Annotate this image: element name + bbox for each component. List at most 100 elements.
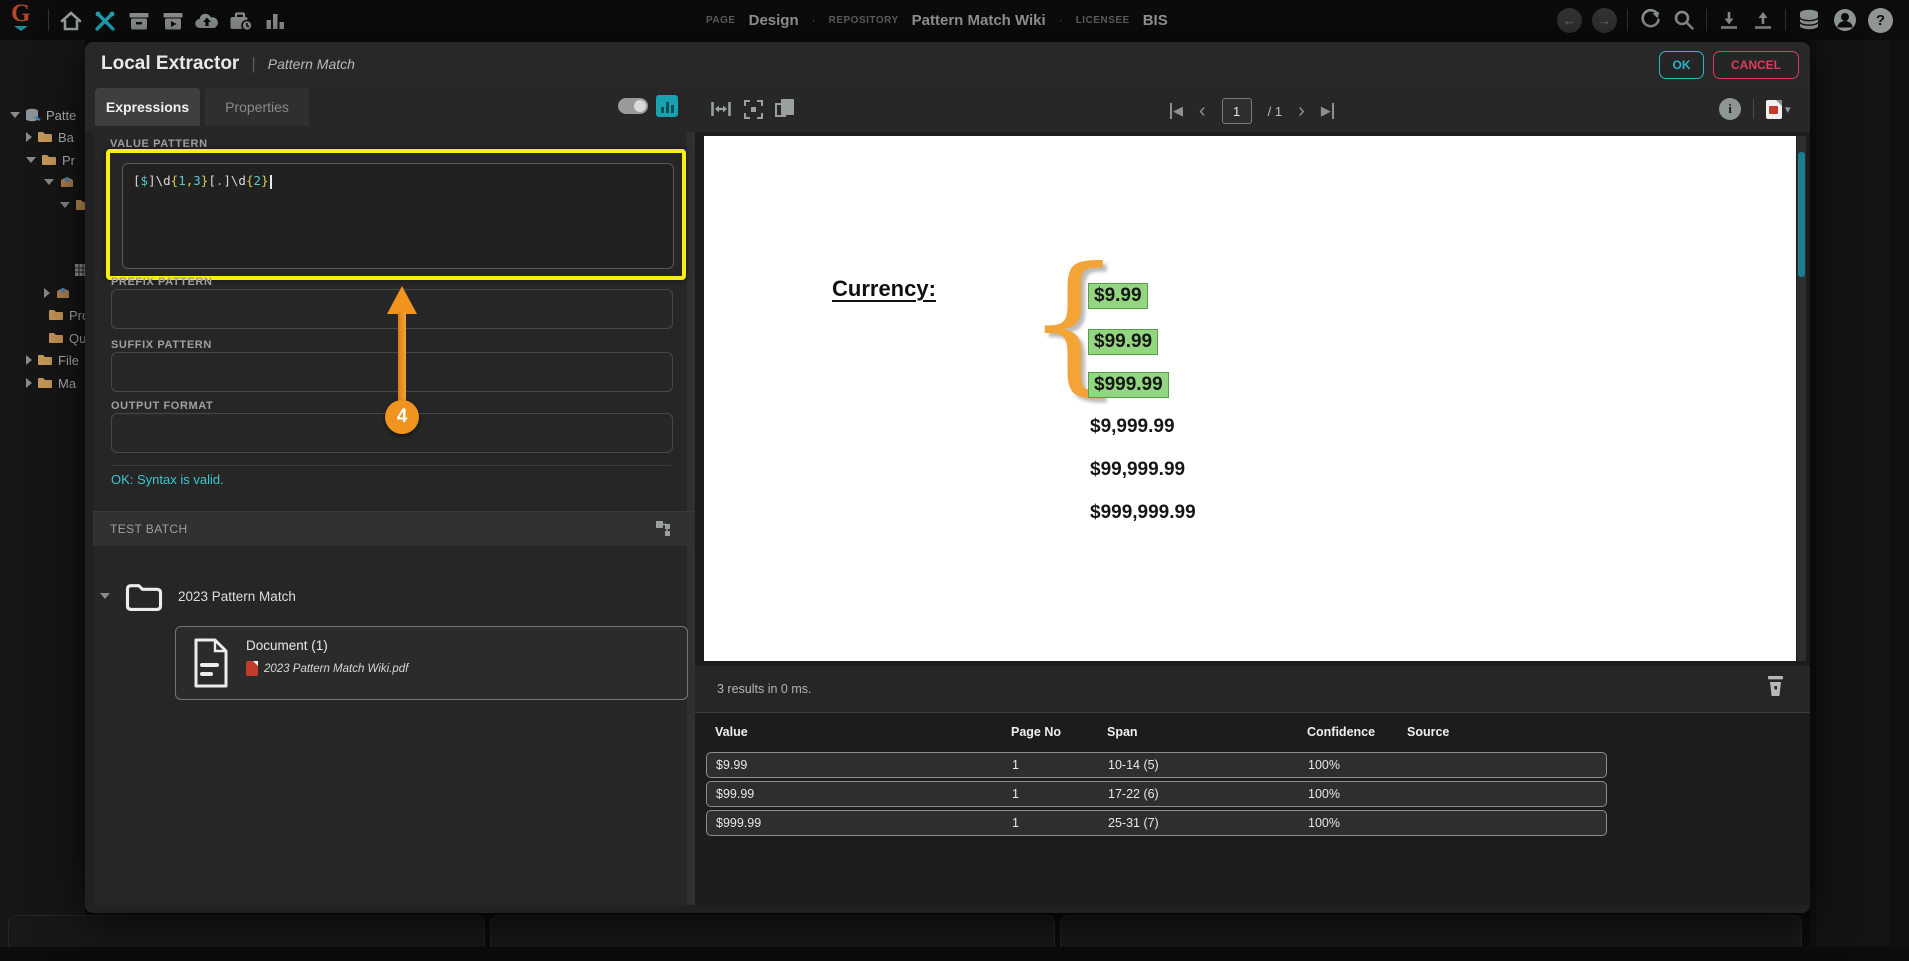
callout-arrow-shaft: [398, 312, 406, 402]
batch-folder-row[interactable]: 2023 Pattern Match: [100, 580, 296, 612]
dialog-title: Local Extractor: [101, 53, 239, 75]
tab-properties[interactable]: Properties: [205, 88, 309, 126]
folder-icon: [41, 154, 57, 166]
import-button[interactable]: [194, 8, 220, 34]
document-page[interactable]: Currency: { $9.99 $99.99 $999.99 $9,999.…: [704, 136, 1796, 661]
database-button[interactable]: [1796, 7, 1822, 33]
expander-right-icon[interactable]: [26, 132, 32, 142]
tree-item[interactable]: Pr: [0, 151, 85, 169]
info-button[interactable]: i: [1719, 98, 1741, 120]
expander-down-icon[interactable]: [10, 112, 20, 118]
repository-value[interactable]: Pattern Match Wiki: [912, 12, 1046, 29]
refresh-button[interactable]: [1638, 8, 1662, 32]
processing-button[interactable]: [160, 8, 186, 34]
logo-letter: G: [11, 3, 30, 25]
tree-item[interactable]: [0, 196, 85, 214]
background-panel: [8, 915, 485, 948]
result-confidence: 100%: [1308, 787, 1408, 801]
column-header[interactable]: Span: [1107, 725, 1307, 739]
matched-value: $999.99: [1088, 372, 1169, 398]
tree-item[interactable]: Ba: [0, 128, 85, 146]
expander-down-icon[interactable]: [26, 157, 36, 163]
batches-button[interactable]: [126, 8, 152, 34]
expander-right-icon[interactable]: [44, 288, 50, 298]
tree-item[interactable]: [0, 173, 85, 191]
statistics-button[interactable]: [656, 95, 678, 117]
home-button[interactable]: [58, 8, 84, 34]
document-filename: 2023 Pattern Match Wiki.pdf: [264, 663, 408, 675]
repository-label: REPOSITORY: [829, 15, 899, 26]
expander-down-icon[interactable]: [44, 179, 54, 185]
column-header[interactable]: Confidence: [1307, 725, 1407, 739]
cloud-upload-icon: [194, 9, 220, 33]
search-button[interactable]: [1672, 8, 1696, 32]
pdf-file-icon: [246, 661, 258, 676]
viewer-scrollbar[interactable]: [1797, 136, 1806, 661]
design-tools-button[interactable]: [92, 8, 118, 34]
next-page-button[interactable]: ›: [1298, 100, 1305, 123]
cancel-button[interactable]: CANCEL: [1713, 51, 1799, 79]
expander-right-icon[interactable]: [26, 378, 32, 388]
upload-button[interactable]: [1751, 8, 1775, 32]
licensee-label: LICENSEE: [1076, 15, 1130, 26]
divider: [1627, 9, 1628, 31]
tree-item[interactable]: [0, 261, 85, 279]
tree-item[interactable]: Patte: [0, 106, 85, 124]
result-row[interactable]: $999.99 1 25-31 (7) 100%: [706, 810, 1607, 836]
last-page-button[interactable]: ▶: [1321, 103, 1334, 119]
fit-width-button[interactable]: [710, 98, 732, 120]
matched-value: $99.99: [1088, 329, 1158, 355]
result-row[interactable]: $99.99 1 17-22 (6) 100%: [706, 781, 1607, 807]
jobs-button[interactable]: [228, 8, 254, 34]
expander-down-icon[interactable]: [60, 202, 70, 208]
export-pdf-button[interactable]: ▾: [1766, 100, 1791, 119]
first-page-button[interactable]: ◀: [1170, 103, 1183, 119]
tree-item-label: Pr: [62, 153, 75, 168]
expander-right-icon[interactable]: [26, 355, 32, 365]
page-value[interactable]: Design: [749, 12, 799, 29]
column-header[interactable]: Page No: [1011, 725, 1107, 739]
local-extractor-dialog: Local Extractor | Pattern Match OK CANCE…: [85, 42, 1810, 913]
result-value: $9.99: [716, 758, 1012, 772]
download-button[interactable]: [1717, 8, 1741, 32]
document-card[interactable]: Document (1) 2023 Pattern Match Wiki.pdf: [175, 626, 688, 700]
help-button[interactable]: ?: [1868, 8, 1893, 33]
tree-item[interactable]: Ma: [0, 374, 85, 392]
upload-icon: [1751, 8, 1775, 32]
background-panel: [1060, 915, 1802, 948]
previous-page-button[interactable]: ‹: [1199, 100, 1206, 123]
stats-button[interactable]: [262, 8, 288, 34]
tree-item[interactable]: Pro: [0, 306, 85, 324]
background-bottom-strip: [0, 947, 1909, 961]
tree-item[interactable]: Qu: [0, 329, 85, 347]
result-page: 1: [1012, 816, 1108, 830]
column-header[interactable]: Source: [1407, 725, 1607, 739]
database-icon: [1796, 7, 1822, 33]
tree-item[interactable]: File: [0, 351, 85, 369]
value-pattern-input[interactable]: [$]\d{1,3}[.]\d{2}: [122, 163, 674, 269]
tree-item[interactable]: [0, 284, 85, 302]
copy-pages-button[interactable]: [775, 99, 796, 120]
app-logo[interactable]: G: [11, 3, 30, 31]
tab-expressions[interactable]: Expressions: [95, 88, 200, 126]
expander-down-icon[interactable]: [100, 593, 110, 599]
suffix-pattern-input[interactable]: [111, 352, 673, 392]
user-button[interactable]: [1832, 7, 1858, 33]
result-row[interactable]: $9.99 1 10-14 (5) 100%: [706, 752, 1607, 778]
back-icon: ←: [1563, 13, 1576, 28]
column-header[interactable]: Value: [715, 725, 1011, 739]
folder-icon: [37, 377, 53, 389]
licensee-value[interactable]: BIS: [1143, 12, 1168, 29]
page-number-input[interactable]: 1: [1222, 98, 1252, 124]
tab-properties-label: Properties: [225, 99, 289, 115]
marquee-zoom-button[interactable]: [744, 100, 763, 119]
back-button[interactable]: ←: [1557, 8, 1582, 33]
viewer-scrollbar-thumb[interactable]: [1798, 152, 1805, 277]
forward-button[interactable]: →: [1592, 8, 1617, 33]
batch-tree-view-button[interactable]: [655, 520, 673, 538]
clear-results-button[interactable]: [1766, 674, 1785, 698]
diagnostics-toggle[interactable]: [618, 98, 648, 114]
viewer-toolbar-left: [710, 98, 796, 120]
dialog-header: Local Extractor | Pattern Match OK CANCE…: [85, 42, 1810, 86]
ok-button[interactable]: OK: [1659, 51, 1704, 79]
